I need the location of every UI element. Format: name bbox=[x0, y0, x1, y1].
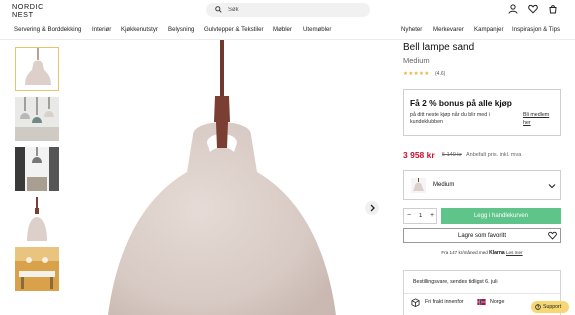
main-product-image[interactable] bbox=[70, 40, 383, 315]
thumbnail-lamp-closeup[interactable] bbox=[15, 197, 59, 241]
rating-value: (4.6) bbox=[435, 71, 446, 77]
logo[interactable]: NORDIC NEST bbox=[12, 3, 48, 19]
bonus-box: Få 2 % bonus på alle kjøp på ditt neste … bbox=[403, 89, 561, 136]
nav-item-merkevarer[interactable]: Merkevarer bbox=[433, 26, 464, 33]
klarna-info: Fra 147 kr/måned med Klarna Les mer bbox=[403, 250, 561, 256]
quantity-input[interactable] bbox=[419, 213, 425, 219]
price-note: Anbefalt pris. inkl. mva bbox=[466, 152, 522, 158]
variant-thumbnail bbox=[411, 178, 426, 193]
save-favorite-button[interactable]: Lagre som favoritt bbox=[403, 228, 561, 243]
search-bar[interactable] bbox=[206, 3, 370, 17]
header: NORDIC NEST bbox=[0, 0, 575, 22]
product-variant-name: Medium bbox=[403, 56, 430, 65]
old-price: 5 140 kr bbox=[442, 152, 462, 158]
nav-item-nyheter[interactable]: Nyheter bbox=[401, 26, 422, 33]
logo-line2: NEST bbox=[12, 10, 34, 19]
variant-select[interactable]: Medium bbox=[403, 170, 561, 200]
chevron-right-icon bbox=[370, 204, 375, 212]
next-image-button[interactable] bbox=[365, 201, 379, 215]
quantity-increase-button[interactable]: + bbox=[430, 212, 434, 219]
klarna-read-more-link[interactable]: Les mer bbox=[506, 250, 523, 255]
nav-item-kampanjer[interactable]: Kampanjer bbox=[474, 26, 503, 33]
main-nav: Servering & Borddekking Interiør Kjøkken… bbox=[0, 22, 575, 39]
bonus-title: Få 2 % bonus på alle kjøp bbox=[410, 98, 512, 108]
nav-item-belysning[interactable]: Belysning bbox=[168, 26, 194, 33]
quantity-decrease-button[interactable]: − bbox=[407, 212, 411, 219]
klarna-logo: Klarna bbox=[489, 250, 505, 256]
nav-item-inspirasjon[interactable]: Inspirasjon & Tips bbox=[512, 26, 560, 33]
nav-item-kjokkenutstyr[interactable]: Kjøkkenutstyr bbox=[121, 26, 158, 33]
thumbnail-lamps-over-table[interactable] bbox=[15, 97, 59, 141]
shipping-divider bbox=[404, 293, 560, 294]
availability-text: Bestillingsvare, sendes tidligst 6. juli bbox=[413, 279, 498, 285]
support-button[interactable]: Support bbox=[531, 301, 569, 313]
thumbnail-dining-room[interactable] bbox=[15, 247, 59, 291]
support-label: Support bbox=[543, 304, 562, 310]
shipping-country: Norge bbox=[490, 299, 505, 305]
variant-selected-label: Medium bbox=[433, 182, 455, 188]
package-icon bbox=[411, 298, 420, 307]
nav-item-mobler[interactable]: Møbler bbox=[273, 26, 292, 33]
search-icon bbox=[215, 6, 222, 13]
rating-stars[interactable]: ★★★★★ bbox=[403, 71, 430, 77]
cart-icon[interactable] bbox=[548, 4, 558, 14]
bonus-text: på ditt neste kjøp når du blir med i kun… bbox=[410, 112, 490, 125]
nav-item-interior[interactable]: Interiør bbox=[92, 26, 111, 33]
add-to-cart-button[interactable]: Legg i handlekurven bbox=[441, 208, 561, 224]
product-title: Bell lampe sand bbox=[403, 42, 475, 53]
join-club-link[interactable]: Bli medlem her bbox=[523, 111, 557, 127]
nav-item-utemobler[interactable]: Utemøbler bbox=[303, 26, 331, 33]
quantity-stepper: − + bbox=[403, 208, 437, 224]
thumbnail-lamp-front[interactable] bbox=[15, 47, 59, 91]
thumbnail-lamp-dark-room[interactable] bbox=[15, 147, 59, 191]
free-shipping-text: Fri frakt innenfor bbox=[425, 299, 464, 305]
nav-item-gulvtepper[interactable]: Gulvtepper & Tekstiler bbox=[204, 26, 264, 33]
help-icon bbox=[535, 304, 541, 310]
chevron-down-icon bbox=[548, 184, 556, 189]
user-icon[interactable] bbox=[508, 4, 518, 14]
current-price: 3 958 kr bbox=[403, 150, 435, 160]
klarna-prefix: Fra 147 kr/måned med bbox=[441, 250, 488, 255]
heart-icon[interactable] bbox=[528, 4, 538, 14]
nav-item-servering[interactable]: Servering & Borddekking bbox=[14, 26, 81, 33]
norway-flag-icon bbox=[477, 299, 486, 305]
search-input[interactable] bbox=[228, 4, 364, 16]
heart-outline-icon bbox=[548, 231, 557, 240]
